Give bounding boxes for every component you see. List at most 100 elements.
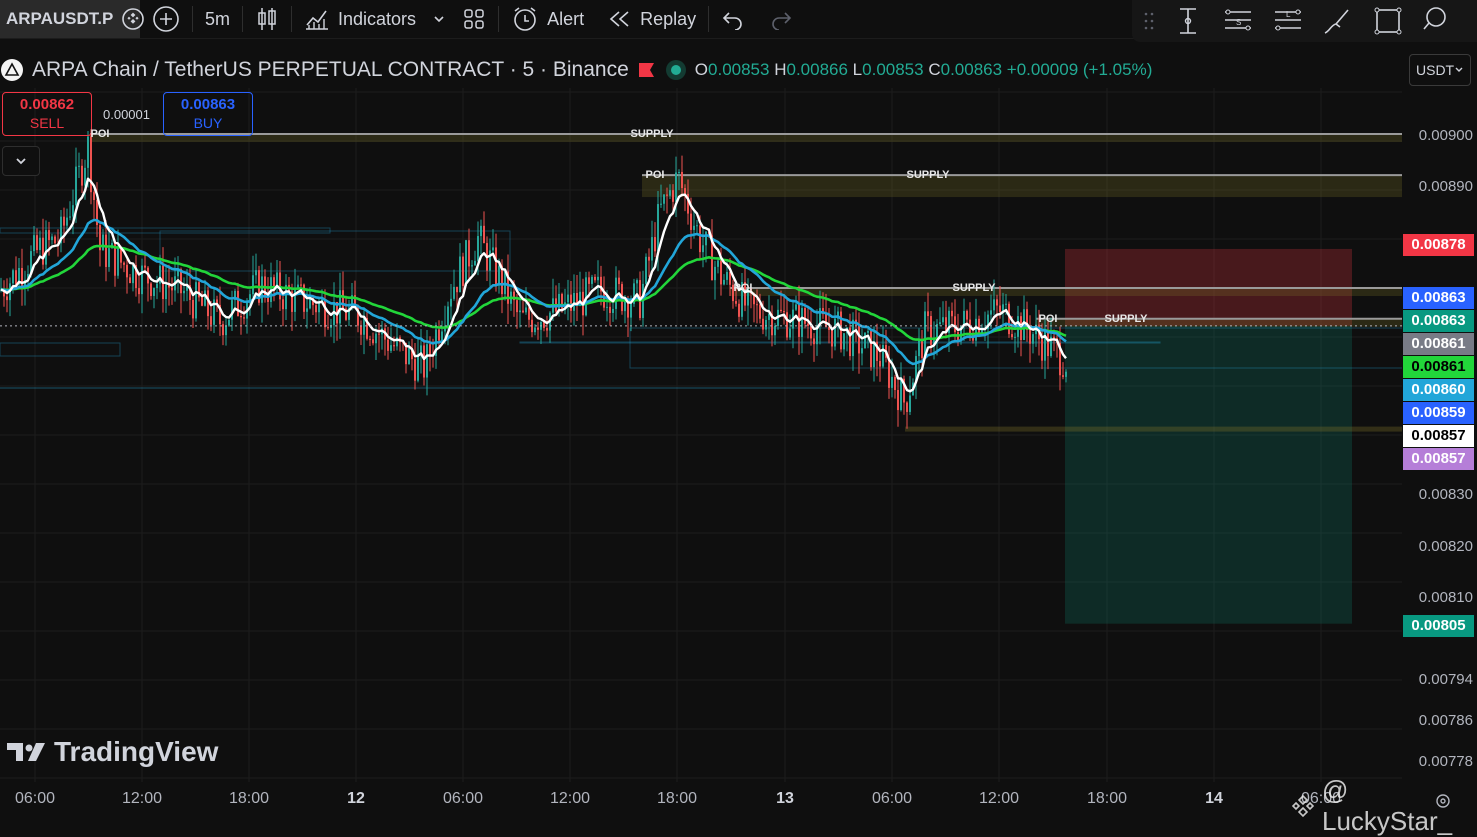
- candle-body: [363, 317, 365, 335]
- candle-body: [810, 325, 812, 339]
- open-label: O: [694, 60, 709, 79]
- candle-body: [6, 296, 8, 301]
- candle-body: [735, 301, 737, 304]
- candle-body: [636, 280, 638, 284]
- candle-body: [210, 316, 212, 325]
- sell-button[interactable]: 0.00862 SELL: [2, 92, 92, 136]
- replay-label: Replay: [640, 8, 697, 29]
- drag-handle-icon[interactable]: [1144, 11, 1154, 31]
- candle-body: [1011, 334, 1013, 338]
- candle-body: [699, 225, 701, 253]
- candle-body: [492, 247, 494, 251]
- take-profit-zone: [1065, 325, 1352, 624]
- candle-body: [999, 305, 1001, 312]
- candle-body: [1062, 375, 1064, 377]
- candle-body: [618, 277, 620, 285]
- candle-body: [990, 310, 992, 315]
- candle-body: [78, 165, 80, 167]
- candle-body: [921, 339, 923, 359]
- candle-body: [525, 307, 527, 313]
- candle-body: [315, 305, 317, 313]
- templates-dropdown[interactable]: [428, 0, 450, 38]
- flag-icon[interactable]: [637, 61, 657, 79]
- candle-body: [423, 345, 425, 378]
- candle-body: [597, 276, 599, 281]
- price-chart[interactable]: [0, 88, 1402, 782]
- poi-label: POI: [733, 282, 753, 294]
- spread-value: 0.00001: [103, 107, 150, 122]
- candle-body: [861, 348, 863, 354]
- candle-body: [48, 230, 50, 241]
- candles-icon: [255, 6, 279, 32]
- candle-body: [1053, 336, 1055, 339]
- candle-body: [360, 325, 362, 335]
- candle-body: [327, 327, 329, 329]
- buy-label: BUY: [193, 115, 223, 131]
- interval-button[interactable]: 5m: [193, 0, 242, 38]
- close-value: 0.00863: [940, 60, 1003, 79]
- price-tick: 0.00810: [1418, 589, 1473, 606]
- collapse-trade-button[interactable]: [2, 146, 40, 176]
- vertical-line-tool-icon[interactable]: [1172, 5, 1204, 37]
- candle-body: [681, 172, 683, 189]
- price-tick: 0.00900: [1418, 127, 1473, 144]
- indicators-button[interactable]: Indicators: [292, 0, 428, 38]
- tradingview-logo[interactable]: TradingView: [6, 736, 218, 768]
- candle-body: [471, 265, 473, 267]
- alert-label: Alert: [547, 8, 585, 29]
- symbol-search-button[interactable]: ARPAUSDT.P: [0, 0, 145, 38]
- candle-body: [369, 338, 371, 340]
- supply-label: SUPPLY: [1104, 312, 1148, 325]
- chart-type-button[interactable]: [243, 0, 291, 38]
- candle-body: [882, 345, 884, 367]
- undo-button[interactable]: [709, 0, 757, 38]
- price-label: 0.00878: [1403, 234, 1474, 256]
- candle-body: [918, 339, 920, 357]
- candle-body: [459, 256, 461, 293]
- buy-button[interactable]: 0.00863 BUY: [163, 92, 253, 136]
- candle-body: [537, 327, 539, 330]
- interval-label: 5m: [205, 8, 231, 29]
- symbol-title[interactable]: ARPA Chain / TetherUS PERPETUAL CONTRACT…: [32, 58, 629, 82]
- candle-body: [783, 311, 785, 313]
- time-tick: 18:00: [1086, 790, 1128, 807]
- candle-body: [453, 286, 455, 299]
- logo-text: TradingView: [54, 736, 219, 767]
- candle-body: [66, 217, 68, 226]
- candle-body: [978, 318, 980, 335]
- redo-button[interactable]: [757, 0, 805, 38]
- compare-button[interactable]: [140, 0, 192, 38]
- time-tick: 12:00: [549, 790, 591, 807]
- candle-body: [951, 310, 953, 317]
- currency-dropdown[interactable]: USDT: [1409, 54, 1471, 86]
- alert-button[interactable]: Alert: [499, 0, 596, 38]
- candle-body: [438, 329, 440, 341]
- close-label: C: [928, 60, 941, 79]
- currency-label: USDT: [1416, 62, 1455, 78]
- magnifier-tool-icon[interactable]: [1422, 5, 1446, 37]
- fib-s-tool-icon[interactable]: S: [1222, 5, 1254, 37]
- layouts-button[interactable]: [450, 0, 498, 38]
- candle-body: [693, 225, 695, 230]
- candle-body: [240, 315, 242, 318]
- candle-body: [801, 308, 803, 337]
- price-tick: 0.00830: [1418, 486, 1473, 504]
- fib-l-tool-icon[interactable]: L: [1272, 5, 1304, 37]
- candle-body: [723, 279, 725, 285]
- price-label: 0.00861: [1403, 356, 1474, 378]
- candle-body: [237, 290, 239, 316]
- candle-body: [879, 360, 881, 367]
- candle-body: [516, 300, 518, 313]
- structure-box: [0, 342, 121, 357]
- tv-logo-icon: [6, 740, 46, 764]
- candle-body: [570, 294, 572, 311]
- candle-body: [897, 390, 899, 411]
- rectangle-tool-icon[interactable]: [1372, 5, 1404, 37]
- time-tick: 06:00: [442, 790, 484, 807]
- time-axis[interactable]: 06:00 12:00 18:00 12 06:00 12:00 18:00 13 06:00 1…: [0, 782, 1402, 814]
- brush-tool-icon[interactable]: [1322, 5, 1354, 37]
- replay-button[interactable]: Replay: [596, 0, 708, 38]
- candle-body: [324, 299, 326, 328]
- candle-body: [150, 283, 152, 296]
- candle-body: [930, 316, 932, 345]
